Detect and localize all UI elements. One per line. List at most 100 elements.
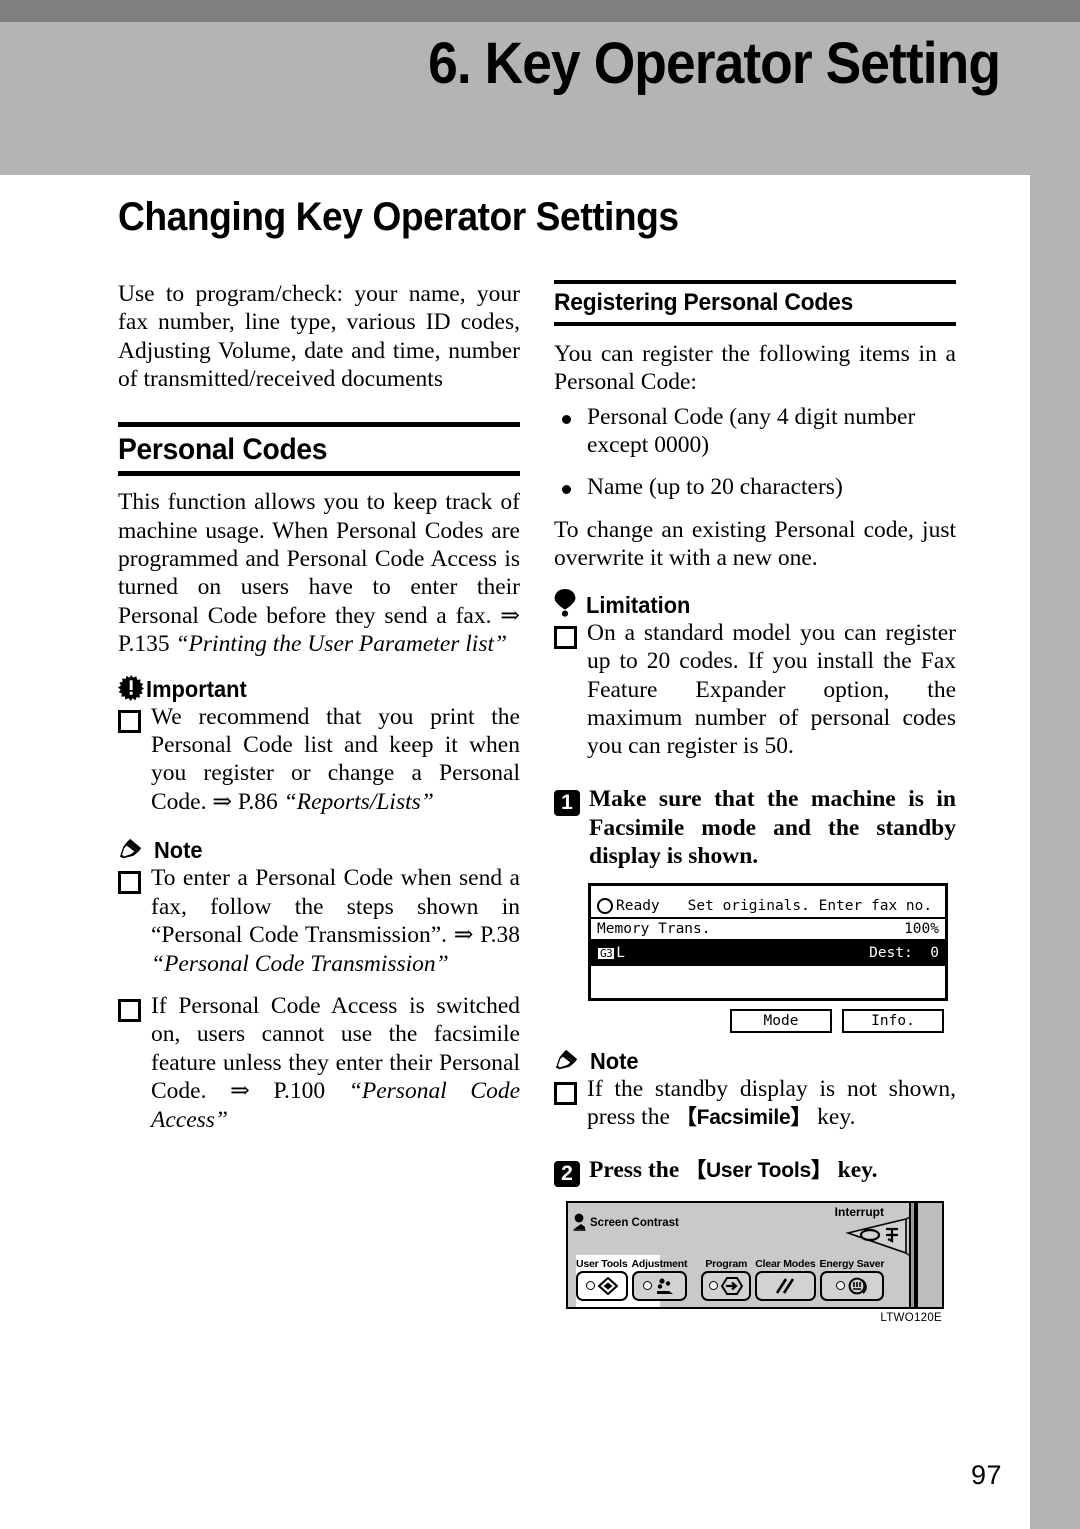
rule-below-heading (118, 471, 520, 477)
list-item: If Personal Code Access is switched on, … (118, 992, 520, 1140)
list-item-plain: To enter a Personal Code when send a fax… (151, 865, 520, 949)
clear-modes-key[interactable]: Clear Modes (755, 1258, 816, 1301)
square-bullet-icon (118, 871, 141, 895)
user-tools-keycap: 【User Tools】 (685, 1158, 832, 1182)
program-key-box[interactable] (701, 1270, 752, 1301)
user-tools-key-box[interactable] (576, 1270, 628, 1301)
step-1: 1 Make sure that the machine is in Facsi… (554, 785, 956, 871)
lcd-mode-button[interactable]: Mode (730, 1008, 832, 1033)
registerable-items-list: Personal Code (any 4 digit number except… (554, 403, 956, 508)
note-label: Note (590, 1047, 639, 1074)
square-bullet-icon (118, 998, 141, 1022)
limitation-list: On a standard model you can register up … (554, 619, 956, 767)
lcd-status-row: Ready Set originals. Enter fax no. (591, 895, 945, 919)
dot-bullet-icon (562, 414, 571, 424)
list-item-text: Personal Code (any 4 digit number except… (587, 403, 916, 459)
standby-display-figure: Ready Set originals. Enter fax no. Memor… (588, 882, 948, 1033)
subsection-heading-registering-personal-codes: Registering Personal Codes (554, 280, 956, 326)
list-item-text: We recommend that you print the Personal… (151, 703, 520, 817)
control-panel-figure: Screen Contrast Interrupt User Tools Adj… (566, 1200, 944, 1324)
header-dark-band (0, 0, 1080, 22)
square-bullet-icon (554, 1081, 577, 1105)
list-item-text: To enter a Personal Code when send a fax… (151, 864, 520, 978)
registering-intro: You can register the following items in … (554, 340, 956, 396)
diamond-icon (597, 1276, 618, 1295)
user-tools-key-label: User Tools (576, 1257, 628, 1270)
list-item-text: If Personal Code Access is switched on, … (151, 992, 520, 1134)
lcd-line-suffix: L (616, 945, 625, 962)
lcd-message: Set originals. Enter fax no. (687, 897, 933, 914)
g3-badge-icon: G3 (597, 947, 616, 961)
lcd-line-row: G3 L Dest: 0 (591, 941, 945, 966)
section-heading-personal-codes: Personal Codes (118, 421, 520, 477)
energy-saver-key-label: Energy Saver (819, 1257, 885, 1270)
note-list: If the standby display is not shown, pre… (554, 1075, 956, 1138)
program-arrow-icon (721, 1276, 744, 1295)
user-tools-key[interactable]: User Tools (576, 1258, 628, 1301)
personal-codes-paragraph: This function allows you to keep track o… (118, 488, 520, 659)
lcd-dest-label: Dest: (869, 945, 913, 962)
list-item: We recommend that you print the Personal… (118, 703, 520, 823)
important-list: We recommend that you print the Personal… (118, 703, 520, 823)
lcd-top-pad (591, 886, 945, 895)
page-number: 97 (970, 1460, 1002, 1490)
figure-code: LTWO120E (880, 1311, 942, 1324)
square-bullet-icon (554, 625, 577, 649)
key-lamp-icon (835, 1281, 845, 1291)
list-item: Name (up to 20 characters) (554, 473, 956, 507)
left-column: Use to program/check: your name, your fa… (118, 280, 520, 1144)
rule-above-heading (118, 421, 520, 427)
key-lamp-icon (643, 1281, 653, 1291)
list-item: On a standard model you can register up … (554, 619, 956, 767)
list-item-citation: “Personal Code Transmission” (151, 950, 449, 977)
step-2: 2 Press the 【User Tools】 key. (554, 1156, 956, 1187)
panel-right-section (916, 1202, 942, 1307)
intro-paragraph: Use to program/check: your name, your fa… (118, 281, 520, 393)
key-lamp-icon (709, 1281, 719, 1291)
lcd-info-button[interactable]: Info. (842, 1008, 944, 1033)
ready-indicator-icon (597, 897, 613, 914)
note-callout-header: Note (554, 1049, 956, 1073)
note-pencil-icon (118, 838, 144, 862)
lcd-percent: 100% (904, 920, 939, 937)
lcd-screen: Ready Set originals. Enter fax no. Memor… (588, 882, 948, 1001)
adjustment-key-box[interactable] (631, 1270, 688, 1301)
step-text: Press the 【User Tools】 key. (589, 1156, 956, 1187)
lcd-dest-group: Dest: 0 (869, 946, 939, 961)
square-bullet-icon (118, 709, 141, 733)
important-label: Important (146, 675, 247, 702)
screen-contrast-icon (573, 1213, 587, 1236)
chapter-title: 6. Key Operator Setting (428, 31, 1001, 96)
program-key-label: Program (705, 1257, 748, 1270)
adjustment-icon (657, 1278, 674, 1294)
note-callout-header: Note (118, 838, 520, 862)
note-list: To enter a Personal Code when send a fax… (118, 864, 520, 1140)
panel-divider (909, 1202, 916, 1307)
right-column: Registering Personal Codes You can regis… (554, 280, 956, 1324)
lcd-blank-row (591, 966, 945, 998)
page-edge-strip (1030, 175, 1080, 1529)
energy-saver-key-box[interactable] (819, 1270, 885, 1301)
list-item: To enter a Personal Code when send a fax… (118, 864, 520, 984)
lcd-button-row: Mode Info. (588, 1008, 948, 1033)
note-pencil-icon (554, 1049, 580, 1073)
two-column-layout: Use to program/check: your name, your fa… (118, 280, 980, 1324)
list-item-tail: key. (811, 1104, 856, 1131)
lcd-status-label: Ready (616, 897, 660, 914)
list-item-text: Name (up to 20 characters) (587, 474, 843, 501)
section-title: Personal Codes (118, 432, 328, 466)
subsection-title: Registering Personal Codes (554, 289, 854, 316)
clear-modes-key-box[interactable] (755, 1270, 816, 1301)
step-text-after: key. (831, 1156, 878, 1183)
program-key[interactable]: Program (701, 1257, 752, 1301)
dot-bullet-icon (562, 485, 571, 495)
control-panel: Screen Contrast Interrupt User Tools Adj… (566, 1200, 944, 1309)
list-item-citation: “Reports/Lists” (283, 788, 434, 815)
rule-above-subheading (554, 280, 956, 284)
list-item-text: On a standard model you can register up … (587, 619, 956, 760)
key-lamp-icon (585, 1281, 595, 1291)
adjustment-key[interactable]: Adjustment (631, 1258, 688, 1301)
energy-saver-key[interactable]: Energy Saver (819, 1257, 885, 1301)
important-callout-header: Important (118, 674, 520, 702)
list-item-text: If the standby display is not shown, pre… (587, 1075, 956, 1132)
